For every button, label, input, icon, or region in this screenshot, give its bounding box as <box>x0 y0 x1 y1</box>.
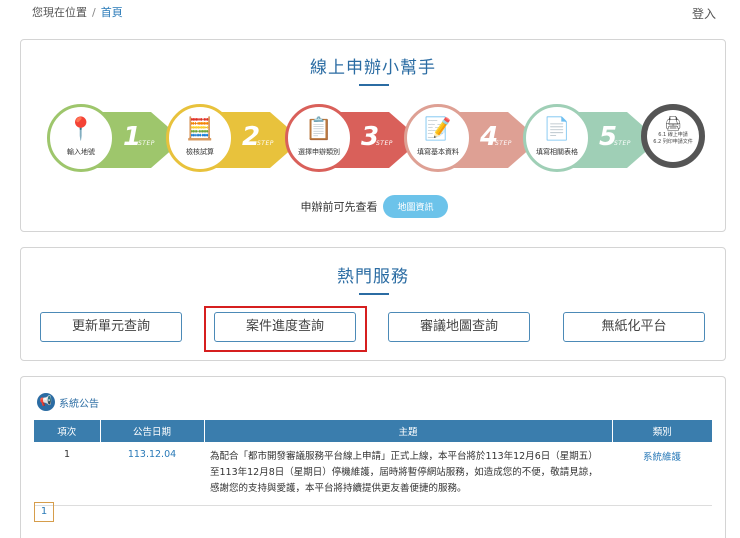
cell-subject[interactable]: 為配合「都市開發審議服務平台線上申請」正式上線，本平台將於113年12月6日（星… <box>204 442 612 506</box>
column-header-subject: 主題 <box>204 420 613 442</box>
step-6-inner: 🖨 6.1 線上申請 6.2 列印申請文件 <box>647 110 699 162</box>
pagination-page-1[interactable]: 1 <box>34 502 54 522</box>
cell-no: 1 <box>34 442 100 506</box>
step-6-circle[interactable]: 🖨 6.1 線上申請 6.2 列印申請文件 <box>641 104 705 168</box>
step-6-line2: 6.2 列印申請文件 <box>653 139 693 145</box>
step-4-step-text: STEP <box>495 140 512 147</box>
announcements-title: 系統公告 <box>59 399 99 410</box>
highlight-box <box>204 306 367 352</box>
step-1-label: 輸入地號 <box>67 148 95 156</box>
cell-date: 113.12.04 <box>100 442 204 506</box>
step-3-label: 選擇申辦類別 <box>298 148 340 156</box>
service-button-renewal-unit-query[interactable]: 更新單元查詢 <box>40 312 182 342</box>
column-header-date: 公告日期 <box>100 420 205 442</box>
step-1-circle: 📍 輸入地號 <box>47 104 115 172</box>
clipboard-icon: 📝 <box>424 117 452 142</box>
table-row[interactable]: 1 113.12.04 為配合「都市開發審議服務平台線上申請」正式上線，本平台將… <box>34 442 712 506</box>
megaphone-icon: 📢 <box>37 393 55 411</box>
top-bar: 您現在位置 / 首頁 登入 <box>0 0 740 28</box>
map-pin-icon: 📍 <box>67 117 95 142</box>
column-header-no: 項次 <box>34 420 101 442</box>
breadcrumb-prefix: 您現在位置 <box>32 6 87 19</box>
form-icon: 📄 <box>543 117 571 142</box>
step-6-line1: 6.1 線上申請 <box>658 132 688 138</box>
cell-category: 系統維護 <box>612 442 712 506</box>
column-header-category: 類別 <box>612 420 712 442</box>
checklist-icon: 📋 <box>305 117 333 142</box>
pre-check-text: 申辦前可先查看 <box>300 200 378 214</box>
breadcrumb-separator: / <box>92 6 96 19</box>
step-4-circle: 📝 填寫基本資料 <box>404 104 472 172</box>
announcements-table: 項次 公告日期 主題 類別 1 113.12.04 為配合「都市開發審議服務平台… <box>34 420 712 506</box>
step-4-number: 4 <box>480 122 499 152</box>
service-button-review-map-query[interactable]: 審議地圖查詢 <box>388 312 530 342</box>
hot-services-panel: 熱門服務 更新單元查詢 案件進度查詢 審議地圖查詢 無紙化平台 <box>20 247 726 361</box>
announcements-panel: 📢 系統公告 項次 公告日期 主題 類別 1 113.12.04 為配合「都市開… <box>20 376 726 538</box>
step-5-number: 5 <box>599 122 618 152</box>
helper-title-underline <box>359 84 389 86</box>
step-5[interactable]: 📄 填寫相關表格 5 STEP <box>519 104 659 176</box>
step-4-label: 填寫基本資料 <box>417 148 459 156</box>
table-header-row: 項次 公告日期 主題 類別 <box>34 420 712 442</box>
step-2-number: 2 <box>242 122 261 152</box>
breadcrumb-home-link[interactable]: 首頁 <box>101 6 123 19</box>
step-5-label: 填寫相關表格 <box>536 148 578 156</box>
step-3-circle: 📋 選擇申辦類別 <box>285 104 353 172</box>
step-3-step-text: STEP <box>376 140 393 147</box>
breadcrumb: 您現在位置 / 首頁 <box>32 4 123 20</box>
step-1-step-text: STEP <box>138 140 155 147</box>
step-2-step-text: STEP <box>257 140 274 147</box>
steps-row: 📍 輸入地號 1 STEP 🧮 檢核試算 2 STEP 📋 選擇申辦類別 3 S… <box>21 96 727 186</box>
step-1-number: 1 <box>123 122 142 152</box>
helper-title: 線上申辦小幫手 <box>310 58 436 78</box>
calculator-icon: 🧮 <box>186 117 214 142</box>
step-5-step-text: STEP <box>614 140 631 147</box>
step-2-circle: 🧮 檢核試算 <box>166 104 234 172</box>
printer-icon: 🖨 <box>664 116 682 132</box>
login-link[interactable]: 登入 <box>692 5 716 22</box>
step-3-number: 3 <box>361 122 380 152</box>
step-5-circle: 📄 填寫相關表格 <box>523 104 591 172</box>
hot-services-title-underline <box>359 293 389 295</box>
service-button-paperless-platform[interactable]: 無紙化平台 <box>563 312 705 342</box>
online-helper-panel: 線上申辦小幫手 📍 輸入地號 1 STEP 🧮 檢核試算 2 STEP 📋 選擇… <box>20 39 726 232</box>
hot-services-title: 熱門服務 <box>337 267 409 287</box>
map-info-button[interactable]: 地圖資訊 <box>383 195 448 218</box>
pre-check-row: 申辦前可先查看 地圖資訊 <box>21 195 727 219</box>
step-2-label: 檢核試算 <box>186 148 214 156</box>
